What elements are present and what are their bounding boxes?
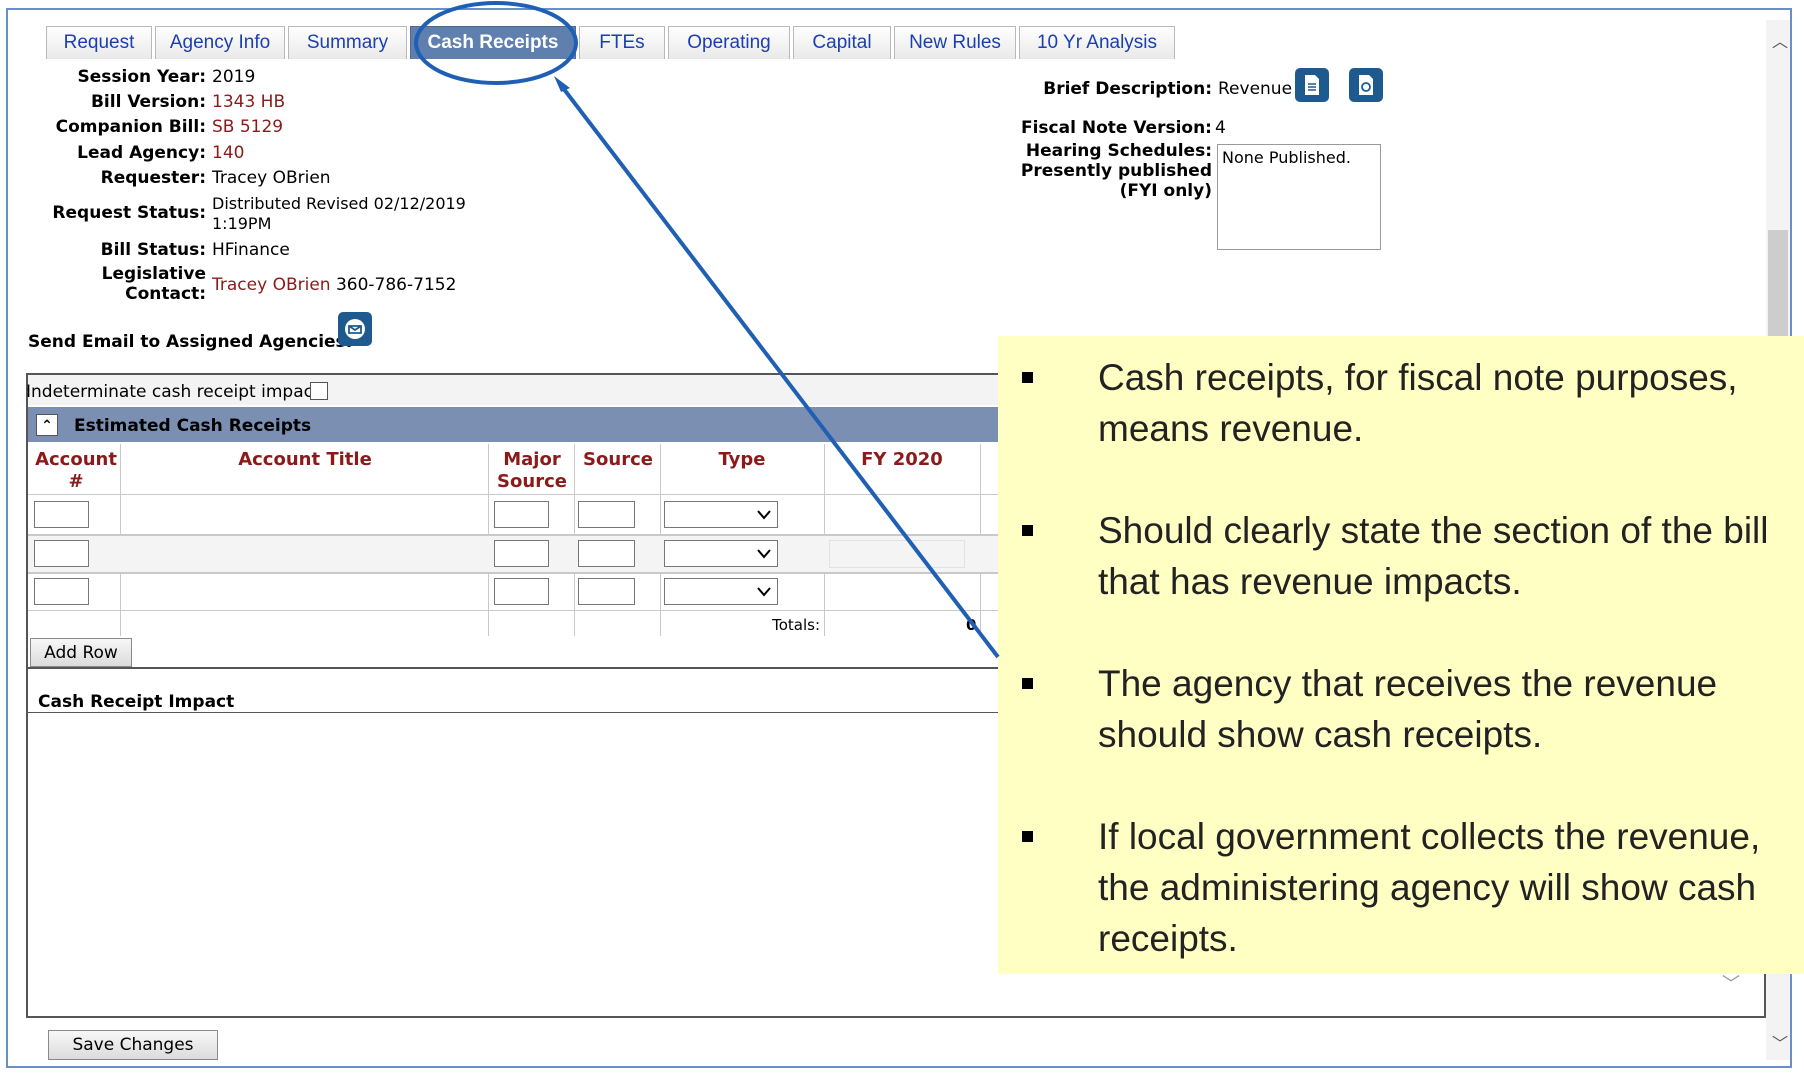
divider [28,667,1038,669]
legislative-contact-name[interactable]: Tracey OBrien [212,275,331,295]
source-input[interactable] [578,540,635,567]
requester-label: Requester: [100,168,206,188]
type-select[interactable] [664,501,778,528]
tab-ftes[interactable]: FTEs [579,26,665,59]
bullet-icon [1022,525,1033,536]
major-source-input[interactable] [494,578,549,605]
estimated-cash-receipts-header: ⌃ Estimated Cash Receipts [28,407,1038,442]
bullet-icon [1022,831,1033,842]
tab-new-rules[interactable]: New Rules [894,26,1016,59]
cash-receipt-impact-label: Cash Receipt Impact [38,692,235,712]
fiscal-note-version-label: Fiscal Note Version: [1020,118,1212,138]
add-row-button[interactable]: Add Row [30,638,132,667]
lead-agency-label: Lead Agency: [77,143,206,163]
scroll-up-icon[interactable]: ︿ [1772,28,1788,52]
callout-item: Cash receipts, for fiscal note purposes,… [1018,352,1780,454]
hearing-schedules-label: Hearing Schedules: Presently published (FY… [1020,141,1212,201]
callout-item: If local government collects the revenue… [1018,811,1780,964]
major-source-input[interactable] [494,540,549,567]
major-source-input[interactable] [494,501,549,528]
totals-value: 0 [966,616,977,634]
account-input[interactable] [34,578,89,605]
legislative-contact-phone: 360-786-7152 [335,275,457,295]
bill-version-link[interactable]: 1343 HB [212,92,285,112]
lead-agency-link[interactable]: 140 [212,143,244,163]
tab-request[interactable]: Request [46,26,152,59]
grid-line [28,610,1038,611]
document-button[interactable] [1295,68,1329,102]
hearing-schedules-field[interactable]: None Published. [1217,144,1381,250]
type-select[interactable] [664,578,778,605]
col-source: Source [583,449,653,470]
tab-capital[interactable]: Capital [793,26,891,59]
bill-status-value: HFinance [212,240,290,260]
type-select[interactable] [664,540,778,567]
fy-2020-input[interactable] [829,540,965,568]
save-changes-button[interactable]: Save Changes [48,1030,218,1060]
preview-icon [1359,75,1373,95]
chevron-down-icon [757,510,771,520]
session-year-value: 2019 [212,67,256,87]
bullet-icon [1022,372,1033,383]
brief-description-value: Revenue [1218,79,1293,99]
callout-item: Should clearly state the section of the … [1018,505,1780,607]
legislative-contact-value: Tracey OBrien 360-786-7152 [212,275,456,295]
tab-operating[interactable]: Operating [668,26,790,59]
account-input[interactable] [34,501,89,528]
document-icon [1305,75,1319,95]
source-input[interactable] [578,578,635,605]
col-account-title: Account Title [238,449,372,470]
textarea-scroll-down-icon[interactable]: ﹀ [1722,970,1750,1010]
indeterminate-checkbox[interactable] [310,382,328,400]
col-fy-2020: FY 2020 [861,449,943,470]
send-email-button[interactable] [338,312,372,346]
collapse-icon[interactable]: ⌃ [36,414,58,436]
col-type: Type [718,449,766,470]
request-status-label: Request Status: [52,203,206,223]
callout-box: Cash receipts, for fiscal note purposes,… [998,336,1804,974]
col-major-source: Major Source [497,449,567,492]
grid-line [28,572,1038,574]
bullet-icon [1022,678,1033,689]
section-title: Estimated Cash Receipts [74,416,312,436]
companion-bill-link[interactable]: SB 5129 [212,117,283,137]
callout-item: The agency that receives the revenue sho… [1018,658,1780,760]
tab-agency-info[interactable]: Agency Info [155,26,285,59]
preview-button[interactable] [1349,68,1383,102]
tab-summary[interactable]: Summary [288,26,407,59]
legislative-contact-label: Legislative Contact: [101,264,206,304]
requester-value: Tracey OBrien [212,168,331,188]
tab-bar: Request Agency Info Summary Cash Receipt… [46,26,1178,59]
col-account: Account # [35,449,117,492]
tab-10-yr-analysis[interactable]: 10 Yr Analysis [1019,26,1175,59]
bill-status-label: Bill Status: [100,240,206,260]
source-input[interactable] [578,501,635,528]
companion-bill-label: Companion Bill: [55,117,206,137]
scroll-down-icon[interactable]: ﹀ [1772,1030,1788,1054]
grid-line [28,494,1038,495]
email-icon [345,319,365,339]
brief-description-label: Brief Description: [1043,79,1212,99]
request-status-value: Distributed Revised 02/12/2019 1:19PM [212,194,466,233]
totals-label: Totals: [772,616,820,634]
chevron-down-icon [757,587,771,597]
chevron-down-icon [757,549,771,559]
session-year-label: Session Year: [77,67,206,87]
send-email-label: Send Email to Assigned Agencies: [28,332,353,352]
tab-cash-receipts[interactable]: Cash Receipts [410,26,576,59]
fiscal-note-version-value: 4 [1215,118,1226,138]
indeterminate-label: Indeterminate cash receipt impact [26,382,320,402]
bill-version-label: Bill Version: [90,92,206,112]
account-input[interactable] [34,540,89,567]
